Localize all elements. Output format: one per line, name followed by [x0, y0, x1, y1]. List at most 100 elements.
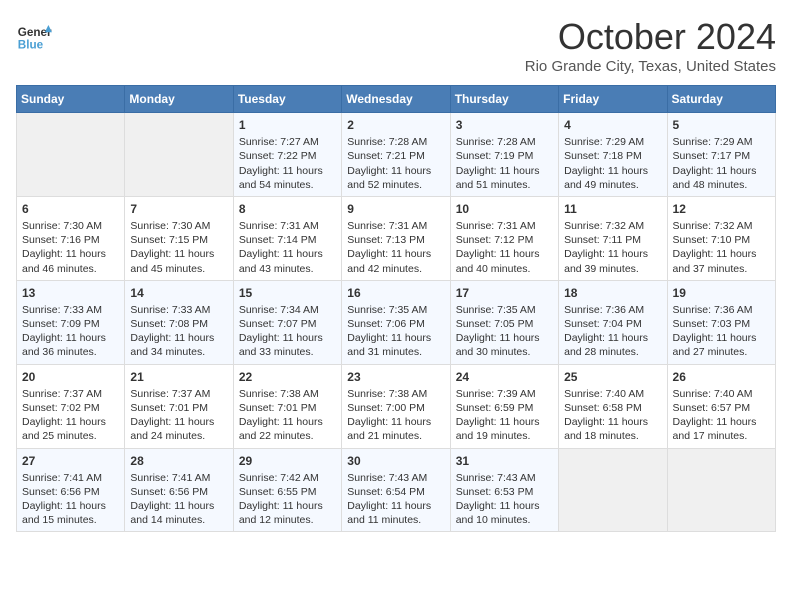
day-info: Sunset: 7:16 PM: [22, 233, 119, 247]
calendar-cell: 20 Sunrise: 7:37 AMSunset: 7:02 PMDayligh…: [17, 364, 125, 448]
calendar-week-row: 20Sunrise: 7:37 AMSunset: 7:02 PMDayligh…: [17, 364, 776, 448]
day-info: Sunrise: 7:38 AM: [347, 387, 444, 401]
day-number: 18: [564, 285, 661, 301]
calendar-cell: 29Sunrise: 7:42 AMSunset: 6:55 PMDayligh…: [233, 448, 341, 532]
day-info: Daylight: 11 hours and 46 minutes.: [22, 247, 119, 275]
day-number: 12: [673, 201, 770, 217]
day-info: Daylight: 11 hours and 48 minutes.: [673, 164, 770, 192]
day-info: Sunset: 6:58 PM: [564, 401, 661, 415]
calendar-cell: 11Sunrise: 7:32 AMSunset: 7:11 PMDayligh…: [559, 196, 667, 280]
weekday-header-saturday: Saturday: [667, 86, 775, 113]
day-info: Sunrise: 7:43 AM: [347, 471, 444, 485]
calendar-cell: 1Sunrise: 7:27 AMSunset: 7:22 PMDaylight…: [233, 113, 341, 197]
weekday-header-monday: Monday: [125, 86, 233, 113]
day-info: Daylight: 11 hours and 39 minutes.: [564, 247, 661, 275]
day-info: Daylight: 11 hours and 31 minutes.: [347, 331, 444, 359]
day-number: 22: [239, 369, 336, 385]
day-info: Sunset: 7:00 PM: [347, 401, 444, 415]
day-info: Sunrise: 7:28 AM: [347, 135, 444, 149]
calendar-cell: 13Sunrise: 7:33 AMSunset: 7:09 PMDayligh…: [17, 280, 125, 364]
calendar-cell: 19Sunrise: 7:36 AMSunset: 7:03 PMDayligh…: [667, 280, 775, 364]
weekday-header-thursday: Thursday: [450, 86, 558, 113]
day-info: Daylight: 11 hours and 11 minutes.: [347, 499, 444, 527]
day-info: Daylight: 11 hours and 25 minutes.: [22, 415, 119, 443]
day-info: Sunset: 7:11 PM: [564, 233, 661, 247]
day-info: Sunrise: 7:31 AM: [347, 219, 444, 233]
day-number: 4: [564, 117, 661, 133]
day-number: 17: [456, 285, 553, 301]
day-info: Sunset: 6:54 PM: [347, 485, 444, 499]
day-info: Daylight: 11 hours and 52 minutes.: [347, 164, 444, 192]
day-info: Daylight: 11 hours and 34 minutes.: [130, 331, 227, 359]
day-info: Daylight: 11 hours and 14 minutes.: [130, 499, 227, 527]
day-info: Sunrise: 7:29 AM: [564, 135, 661, 149]
day-number: 27: [22, 453, 119, 469]
day-info: Sunrise: 7:33 AM: [22, 303, 119, 317]
calendar-subtitle: Rio Grande City, Texas, United States: [525, 58, 776, 75]
day-info: Sunrise: 7:31 AM: [456, 219, 553, 233]
day-info: Daylight: 11 hours and 37 minutes.: [673, 247, 770, 275]
day-info: Sunset: 7:01 PM: [239, 401, 336, 415]
day-info: Sunrise: 7:27 AM: [239, 135, 336, 149]
day-info: Sunrise: 7:41 AM: [130, 471, 227, 485]
day-info: Sunset: 6:55 PM: [239, 485, 336, 499]
page-header: General Blue October 2024 Rio Grande Cit…: [16, 16, 776, 75]
day-info: Daylight: 11 hours and 24 minutes.: [130, 415, 227, 443]
day-info: Sunrise: 7:37 AM: [22, 387, 119, 401]
day-info: Daylight: 11 hours and 22 minutes.: [239, 415, 336, 443]
calendar-cell: 30Sunrise: 7:43 AMSunset: 6:54 PMDayligh…: [342, 448, 450, 532]
day-info: Sunset: 7:03 PM: [673, 317, 770, 331]
calendar-cell: 5Sunrise: 7:29 AMSunset: 7:17 PMDaylight…: [667, 113, 775, 197]
calendar-cell: 25Sunrise: 7:40 AMSunset: 6:58 PMDayligh…: [559, 364, 667, 448]
day-info: Daylight: 11 hours and 45 minutes.: [130, 247, 227, 275]
day-info: Daylight: 11 hours and 19 minutes.: [456, 415, 553, 443]
day-info: Sunset: 6:56 PM: [130, 485, 227, 499]
day-info: Sunset: 7:02 PM: [22, 401, 119, 415]
calendar-cell: 27Sunrise: 7:41 AMSunset: 6:56 PMDayligh…: [17, 448, 125, 532]
day-info: Sunrise: 7:43 AM: [456, 471, 553, 485]
day-number: 26: [673, 369, 770, 385]
day-number: 31: [456, 453, 553, 469]
calendar-cell: 15Sunrise: 7:34 AMSunset: 7:07 PMDayligh…: [233, 280, 341, 364]
calendar-cell: [559, 448, 667, 532]
day-info: Daylight: 11 hours and 33 minutes.: [239, 331, 336, 359]
logo: General Blue: [16, 16, 52, 52]
day-info: Sunset: 7:01 PM: [130, 401, 227, 415]
calendar-cell: 10Sunrise: 7:31 AMSunset: 7:12 PMDayligh…: [450, 196, 558, 280]
weekday-header-sunday: Sunday: [17, 86, 125, 113]
day-info: Daylight: 11 hours and 30 minutes.: [456, 331, 553, 359]
day-info: Sunset: 7:10 PM: [673, 233, 770, 247]
day-info: Sunrise: 7:28 AM: [456, 135, 553, 149]
day-info: Sunset: 7:14 PM: [239, 233, 336, 247]
weekday-header-wednesday: Wednesday: [342, 86, 450, 113]
calendar-cell: 21Sunrise: 7:37 AMSunset: 7:01 PMDayligh…: [125, 364, 233, 448]
day-info: Sunrise: 7:36 AM: [673, 303, 770, 317]
calendar-cell: 17Sunrise: 7:35 AMSunset: 7:05 PMDayligh…: [450, 280, 558, 364]
day-info: Sunrise: 7:35 AM: [456, 303, 553, 317]
day-info: Sunrise: 7:37 AM: [130, 387, 227, 401]
day-info: Sunrise: 7:39 AM: [456, 387, 553, 401]
day-info: Daylight: 11 hours and 49 minutes.: [564, 164, 661, 192]
day-number: 6: [22, 201, 119, 217]
day-number: 11: [564, 201, 661, 217]
day-info: Sunset: 6:57 PM: [673, 401, 770, 415]
day-info: Sunset: 7:04 PM: [564, 317, 661, 331]
day-info: Sunset: 7:21 PM: [347, 149, 444, 163]
svg-text:Blue: Blue: [18, 38, 44, 51]
calendar-week-row: 1Sunrise: 7:27 AMSunset: 7:22 PMDaylight…: [17, 113, 776, 197]
calendar-cell: 4Sunrise: 7:29 AMSunset: 7:18 PMDaylight…: [559, 113, 667, 197]
day-info: Sunset: 7:06 PM: [347, 317, 444, 331]
day-number: 7: [130, 201, 227, 217]
calendar-cell: 6Sunrise: 7:30 AMSunset: 7:16 PMDaylight…: [17, 196, 125, 280]
calendar-week-row: 13Sunrise: 7:33 AMSunset: 7:09 PMDayligh…: [17, 280, 776, 364]
logo-icon: General Blue: [16, 16, 52, 52]
day-number: 28: [130, 453, 227, 469]
day-info: Sunrise: 7:34 AM: [239, 303, 336, 317]
calendar-cell: [17, 113, 125, 197]
day-info: Sunset: 7:09 PM: [22, 317, 119, 331]
day-info: Sunset: 6:53 PM: [456, 485, 553, 499]
day-info: Sunrise: 7:29 AM: [673, 135, 770, 149]
day-number: 20: [22, 369, 119, 385]
weekday-header-friday: Friday: [559, 86, 667, 113]
calendar-cell: 22Sunrise: 7:38 AMSunset: 7:01 PMDayligh…: [233, 364, 341, 448]
